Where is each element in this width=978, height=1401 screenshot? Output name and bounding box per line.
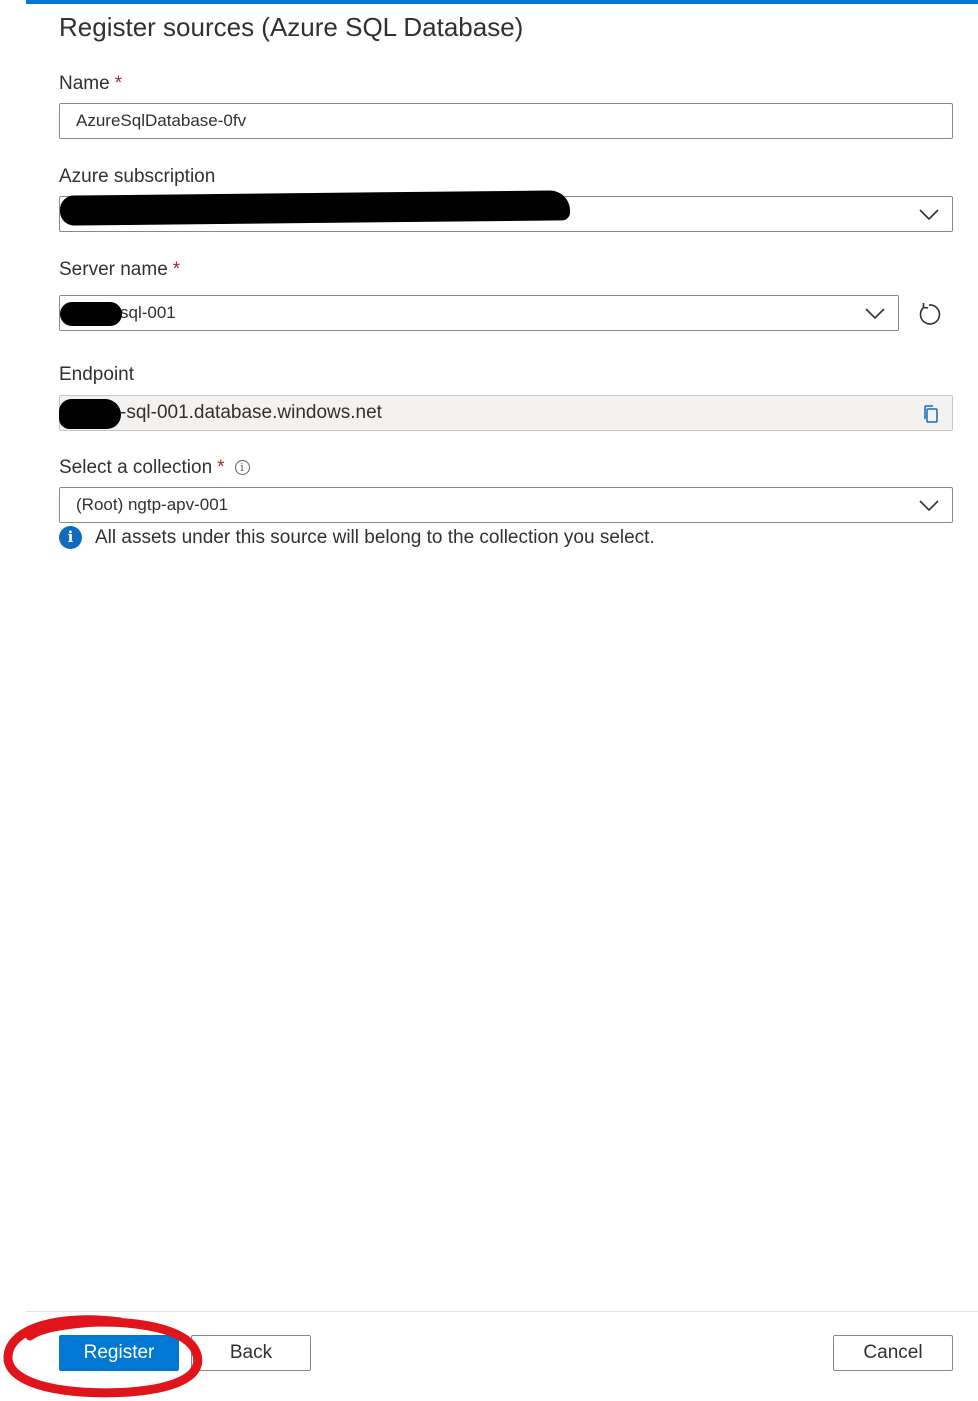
register-button[interactable]: Register [59, 1335, 179, 1371]
panel-title: Register sources (Azure SQL Database) [59, 12, 524, 42]
collection-label: Select a collection * i [59, 457, 250, 479]
refresh-icon [919, 303, 941, 325]
collection-required-mark: * [217, 457, 225, 478]
redaction-mark [59, 190, 571, 226]
collection-label-text: Select a collection [59, 457, 213, 478]
info-icon[interactable]: i [234, 460, 250, 475]
chevron-down-icon [918, 206, 940, 222]
info-icon: i [59, 526, 82, 549]
endpoint-label: Endpoint [59, 364, 134, 386]
name-label-text: Name [59, 73, 110, 94]
redaction-mark [59, 399, 121, 429]
endpoint-value: -sql-001.database.windows.net [120, 402, 382, 423]
refresh-button[interactable] [914, 299, 944, 329]
footer-divider [26, 1311, 978, 1312]
server-name-value: sql-001 [120, 303, 176, 322]
server-name-required-mark: * [172, 259, 181, 280]
redaction-mark [60, 302, 122, 326]
name-label: Name * [59, 73, 122, 95]
copy-button[interactable] [920, 403, 942, 425]
endpoint-label-text: Endpoint [59, 364, 135, 385]
collection-dropdown[interactable]: (Root) ngtp-apv-001 [59, 487, 953, 523]
collection-value: (Root) ngtp-apv-001 [76, 495, 229, 514]
chevron-down-icon [864, 305, 886, 321]
chevron-down-icon [918, 497, 940, 513]
name-required-mark: * [114, 73, 123, 94]
top-accent-bar [26, 0, 978, 4]
name-input-value: AzureSqlDatabase-0fv [76, 111, 247, 130]
collection-info-message: i All assets under this source will belo… [59, 526, 655, 549]
back-button[interactable]: Back [191, 1335, 311, 1371]
server-name-label: Server name * [59, 259, 180, 281]
server-name-label-text: Server name [59, 259, 168, 280]
subscription-label-text: Azure subscription [59, 166, 216, 187]
copy-icon [924, 405, 938, 423]
server-name-dropdown[interactable]: sql-001 [59, 295, 899, 331]
endpoint-field: -sql-001.database.windows.net [59, 395, 953, 431]
subscription-label: Azure subscription [59, 166, 215, 188]
name-input[interactable]: AzureSqlDatabase-0fv [59, 103, 953, 139]
info-message-text: All assets under this source will belong… [95, 526, 655, 548]
cancel-button[interactable]: Cancel [833, 1335, 953, 1371]
